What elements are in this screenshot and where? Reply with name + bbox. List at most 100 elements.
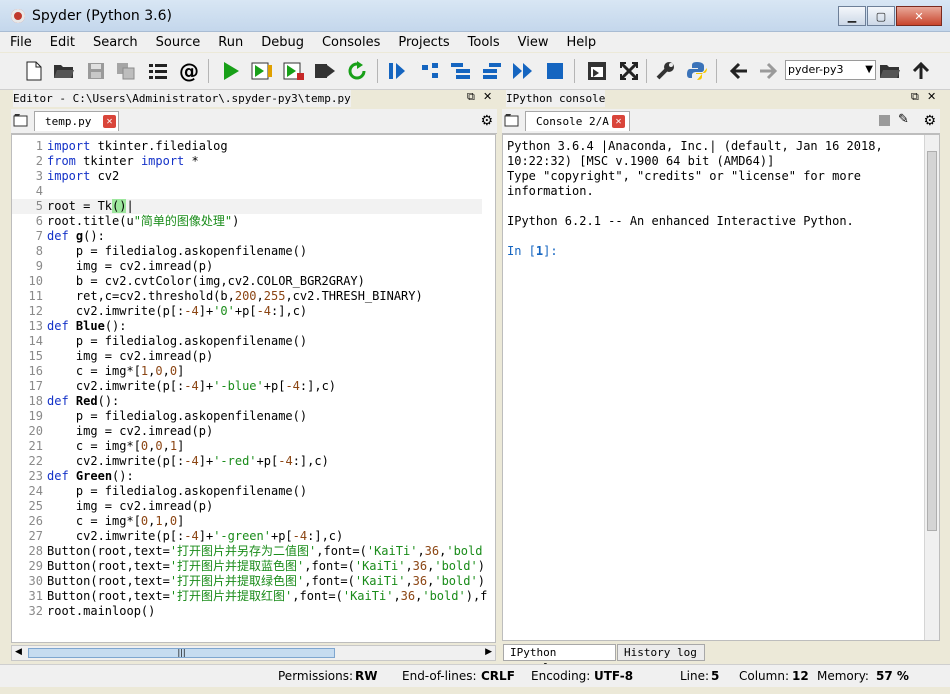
menu-debug[interactable]: Debug — [251, 35, 312, 50]
code-line: 14 p = filedialog.askopenfilename() — [28, 334, 308, 348]
maximize-button[interactable]: ▢ — [867, 6, 895, 26]
debug-icon[interactable] — [385, 59, 409, 83]
console-output-line: Python 3.6.4 |Anaconda, Inc.| (default, … — [507, 139, 883, 153]
menu-file[interactable]: File — [0, 35, 40, 50]
line-value: 5 — [711, 669, 720, 683]
column-label: Column: — [739, 669, 789, 683]
email-at-icon[interactable]: @ — [177, 59, 201, 83]
code-line: 3 import cv2 — [35, 169, 120, 183]
menu-bar: File Edit Search Source Run Debug Consol… — [0, 32, 950, 52]
close-console-tab-icon[interactable]: ✕ — [612, 115, 625, 128]
open-folder-icon[interactable] — [52, 59, 76, 83]
menu-edit[interactable]: Edit — [40, 35, 83, 50]
console-tab-bar: Console 2/A ✕ ✎ ⚙ — [502, 109, 940, 134]
code-line: 17 cv2.imwrite(p[:-4]+'-blue'+p[-4:],c) — [28, 379, 337, 393]
editor-close-icon[interactable]: ✕ — [483, 90, 492, 103]
editor-horizontal-scrollbar[interactable]: ◀ ||| ▶ — [11, 645, 496, 661]
step-icon[interactable] — [418, 59, 442, 83]
close-window-button[interactable]: ✕ — [896, 6, 942, 26]
code-line: 6 root.title(u"简单的图像处理") — [35, 214, 240, 228]
browse-folder-icon[interactable] — [878, 59, 902, 83]
menu-help[interactable]: Help — [557, 35, 605, 50]
browse-console-tabs-icon[interactable] — [504, 113, 520, 130]
maximize-pane-icon[interactable] — [585, 59, 609, 83]
menu-tools[interactable]: Tools — [458, 35, 508, 50]
preferences-wrench-icon[interactable] — [653, 59, 677, 83]
console-tab-label: Console 2/A — [536, 115, 609, 128]
run-selection-icon[interactable] — [313, 59, 337, 83]
menu-consoles[interactable]: Consoles — [312, 35, 388, 50]
console-scroll-thumb[interactable] — [927, 151, 937, 531]
continue-icon[interactable] — [511, 59, 535, 83]
eol-label: End-of-lines: — [402, 669, 477, 683]
console-close-icon[interactable]: ✕ — [927, 90, 936, 103]
run-cell-advance-icon[interactable] — [282, 59, 306, 83]
code-editor[interactable]: 1 import tkinter.filedialog 2 from tkinter… — [11, 134, 496, 643]
close-tab-icon[interactable]: ✕ — [103, 115, 116, 128]
permissions-label: Permissions: — [278, 669, 354, 683]
code-line: 7 def g(): — [35, 229, 105, 243]
code-line: 30 Button(root,text='打开图片并提取绿色图',font=('K… — [28, 574, 485, 588]
tab-label: temp.py — [45, 115, 92, 128]
editor-undock-icon[interactable]: ⧉ — [467, 90, 475, 104]
code-line: 20 img = cv2.imread(p) — [28, 424, 214, 438]
scroll-right-arrow-icon[interactable]: ▶ — [485, 647, 492, 657]
python-path-icon[interactable] — [685, 59, 709, 83]
console-undock-icon[interactable]: ⧉ — [911, 90, 919, 104]
code-line: 31 Button(root,text='打开图片并提取红图',font=('Ka… — [28, 589, 488, 603]
step-return-icon[interactable] — [480, 59, 504, 83]
code-line: 4 — [35, 184, 43, 198]
code-line-current: 5 root = Tk()| — [12, 199, 482, 214]
menu-run[interactable]: Run — [208, 35, 251, 50]
new-file-icon[interactable] — [22, 59, 46, 83]
tab-console-2a[interactable]: Console 2/A ✕ — [525, 111, 630, 131]
code-line: 23 def Green(): — [28, 469, 134, 483]
horizontal-scroll-thumb[interactable]: ||| — [28, 648, 335, 658]
editor-options-gear-icon[interactable]: ⚙ — [480, 113, 493, 129]
console-prompt[interactable]: In [1]: — [507, 244, 558, 259]
tab-ipython-console[interactable]: IPython console — [503, 644, 616, 674]
save-icon[interactable] — [84, 59, 108, 83]
prompt-in-label: In [ — [507, 244, 536, 258]
menu-search[interactable]: Search — [83, 35, 146, 50]
working-directory-combo[interactable]: pyder-py3 ▼ — [785, 60, 876, 80]
encoding-label: Encoding: — [531, 669, 591, 683]
code-line: 29 Button(root,text='打开图片并提取蓝色图',font=('K… — [28, 559, 485, 573]
menu-view[interactable]: View — [508, 35, 557, 50]
menu-projects[interactable]: Projects — [388, 35, 457, 50]
status-bar: Permissions: RW End-of-lines: CRLF Encod… — [0, 664, 950, 687]
prompt-end: ]: — [543, 244, 558, 258]
step-into-icon[interactable] — [449, 59, 473, 83]
run-icon[interactable] — [219, 59, 243, 83]
minimize-button[interactable]: ▁ — [838, 6, 866, 26]
tab-temp-py[interactable]: temp.py ✕ — [34, 111, 119, 131]
clear-console-icon[interactable]: ✎ — [898, 112, 909, 127]
browse-tabs-icon[interactable] — [13, 113, 29, 130]
stop-kernel-icon[interactable] — [879, 115, 890, 126]
console-options-gear-icon[interactable]: ⚙ — [923, 113, 936, 129]
column-value: 12 — [792, 669, 809, 683]
code-line: 25 img = cv2.imread(p) — [28, 499, 214, 513]
code-line: 18 def Red(): — [28, 394, 120, 408]
console-pane-title: IPython console — [506, 90, 606, 107]
ipython-console[interactable]: Python 3.6.4 |Anaconda, Inc.| (default, … — [502, 134, 940, 641]
run-cell-icon[interactable] — [250, 59, 274, 83]
tab-history-log[interactable]: History log — [617, 644, 705, 661]
fullscreen-icon[interactable] — [617, 59, 641, 83]
code-line: 9 img = cv2.imread(p) — [35, 259, 214, 273]
back-arrow-icon[interactable] — [727, 59, 751, 83]
forward-arrow-icon[interactable] — [756, 59, 780, 83]
encoding-value: UTF-8 — [594, 669, 634, 683]
scroll-left-arrow-icon[interactable]: ◀ — [15, 647, 22, 657]
chevron-down-icon: ▼ — [865, 64, 873, 75]
menu-source[interactable]: Source — [146, 35, 209, 50]
code-line: 26 c = img*[0,1,0] — [28, 514, 185, 528]
stop-debug-icon[interactable] — [543, 59, 567, 83]
title-bar: Spyder (Python 3.6) ▁ ▢ ✕ — [0, 0, 950, 32]
eol-value: CRLF — [481, 669, 515, 683]
parent-dir-arrow-icon[interactable] — [909, 59, 933, 83]
save-all-icon[interactable] — [114, 59, 138, 83]
outline-list-icon[interactable] — [146, 59, 170, 83]
rerun-icon[interactable] — [345, 59, 369, 83]
console-vertical-scrollbar[interactable] — [924, 135, 939, 640]
